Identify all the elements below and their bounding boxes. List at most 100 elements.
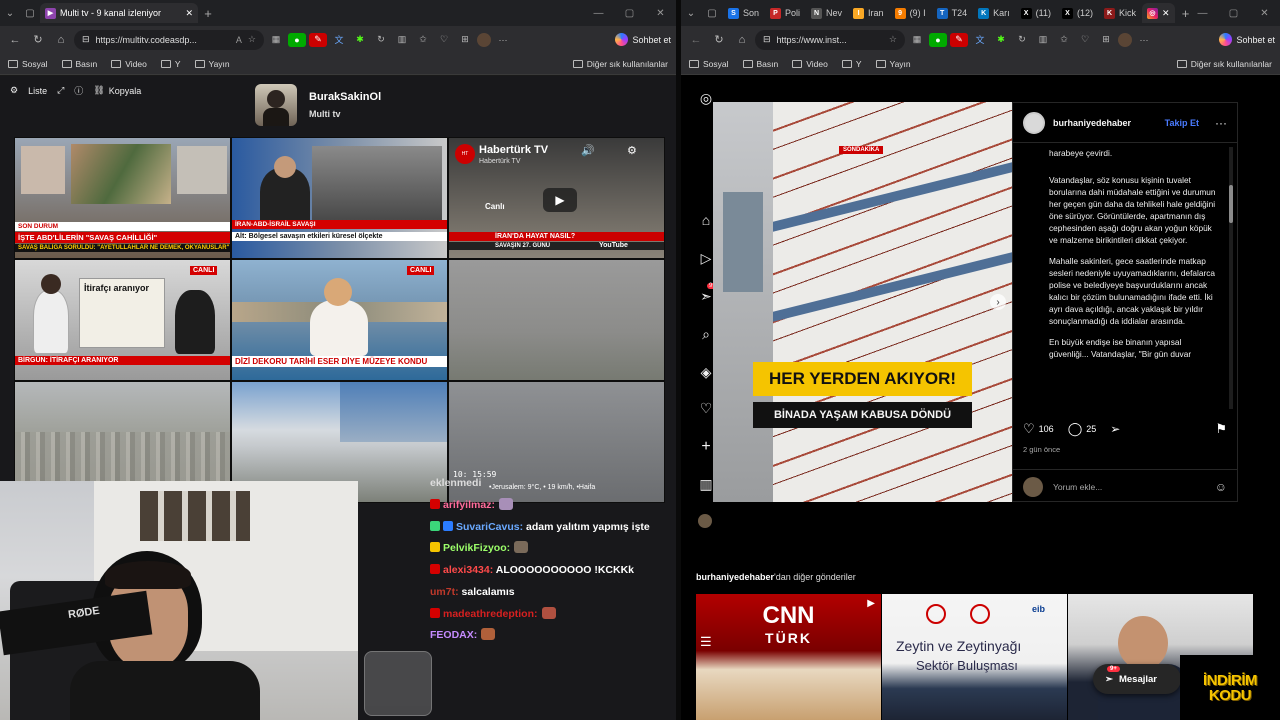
refresh-ext-icon[interactable]: ↻ [372, 33, 390, 47]
stream-tile[interactable]: HT Habertürk TV Habertürk TV 🔊 ⚙ Canlı ▶… [448, 137, 665, 259]
extension-icon[interactable]: ✱ [992, 33, 1010, 47]
tab-close-icon[interactable]: ✕ [185, 8, 193, 19]
chat-username[interactable]: um7t: [430, 586, 459, 598]
channel-name[interactable]: BurakSakinOl [309, 91, 381, 103]
home-icon[interactable]: ⌂ [698, 212, 714, 228]
tab-actions-icon[interactable]: ⌄ [681, 8, 701, 19]
split-screen-icon[interactable]: ▥ [393, 33, 411, 47]
notifications-heart-icon[interactable]: ♡ [698, 400, 714, 417]
chat-username[interactable]: FEODAX: [430, 629, 477, 641]
close-window-icon[interactable]: ✕ [1249, 8, 1280, 19]
comment-input[interactable]: Yorum ekle... [1053, 482, 1102, 492]
minimize-icon[interactable]: — [583, 8, 614, 19]
bookmark-folder[interactable]: Sosyal [689, 59, 729, 69]
reload-icon[interactable]: ↻ [709, 33, 729, 46]
bookmark-icon[interactable]: ⚑ [1215, 421, 1227, 437]
like-button[interactable]: ♡ 106 [1023, 421, 1054, 437]
menu-icon[interactable]: ☰ [700, 634, 712, 650]
stream-tile[interactable] [448, 259, 665, 381]
bookmark-folder[interactable]: Sosyal [8, 59, 48, 69]
settings-gear-icon[interactable]: ⚙ [627, 144, 637, 157]
copilot-button[interactable]: Sohbet et [615, 33, 671, 46]
tab[interactable]: S Son [723, 3, 764, 23]
messages-button[interactable]: ➣ 9+ Mesajlar [1093, 664, 1181, 694]
tab[interactable]: K Kick [1099, 3, 1141, 23]
browser-essentials-icon[interactable]: ♡ [1076, 33, 1094, 47]
bookmark-folder[interactable]: Yayın [875, 59, 911, 69]
extension-icon[interactable]: ✱ [351, 33, 369, 47]
minimize-icon[interactable]: — [1187, 8, 1218, 19]
refresh-ext-icon[interactable]: ↻ [1013, 33, 1031, 47]
home-icon[interactable]: ⌂ [732, 34, 752, 46]
chat-username[interactable]: madeathredeption: [443, 608, 538, 620]
tab-instagram[interactable]: ◎ ✕ [1141, 3, 1175, 23]
bookmark-folder[interactable]: Y [841, 59, 862, 69]
chat-username[interactable]: arifyilmaz: [443, 499, 495, 511]
bookmark-folder[interactable]: Basın [61, 59, 97, 69]
copilot-button[interactable]: Sohbet et [1219, 33, 1275, 46]
chat-username[interactable]: alexi3434: [443, 564, 493, 576]
fullscreen-icon[interactable]: ⤢ [57, 85, 64, 96]
read-aloud-icon[interactable]: A [236, 35, 242, 45]
extension-icon[interactable]: ✎ [309, 32, 327, 47]
copy-button[interactable]: ⛓ Kopyala [93, 85, 141, 96]
author-avatar[interactable] [1023, 111, 1045, 134]
emoji-icon[interactable]: ☺ [1215, 480, 1227, 494]
post-media[interactable]: SONDAKİKA HER YERDEN AKIYOR! BİNADA YAŞA… [713, 102, 1012, 502]
tab-multitv[interactable]: ▶ Multi tv - 9 kanal izleniyor ✕ [40, 3, 198, 23]
yt-video-title[interactable]: Habertürk TV [479, 144, 548, 156]
collections-icon[interactable]: ⊞ [456, 33, 474, 47]
tab[interactable]: P Poli [765, 3, 805, 23]
bookmark-folder[interactable]: Video [792, 59, 828, 69]
create-icon[interactable]: + [698, 438, 714, 456]
maximize-icon[interactable]: ▢ [614, 8, 645, 19]
help-icon[interactable]: ⓘ [74, 84, 83, 97]
back-icon[interactable]: ← [5, 34, 25, 46]
favorite-star-icon[interactable]: ☆ [889, 34, 897, 45]
stream-tile[interactable]: SON DURUM İŞTE ABD'LİLERİN "SAVAŞ CAHİLL… [14, 137, 231, 259]
new-tab-icon[interactable]: + [198, 6, 218, 21]
tab-actions-icon[interactable]: ⌄ [0, 8, 20, 19]
split-screen-icon[interactable]: ▥ [1034, 33, 1052, 47]
explore-icon[interactable]: ◈ [698, 364, 714, 381]
reload-icon[interactable]: ↻ [28, 33, 48, 46]
translate-icon[interactable]: 文 [330, 33, 348, 47]
follow-button[interactable]: Takip Et [1165, 118, 1199, 128]
tab[interactable]: T T24 [932, 3, 973, 23]
profile-avatar[interactable] [698, 514, 712, 528]
scrollbar-thumb[interactable] [1229, 185, 1233, 223]
url-field[interactable]: ⊟ https://multitv.codeasdp... A ☆ [74, 29, 264, 50]
author-username[interactable]: burhaniyedehaber [1053, 118, 1131, 128]
tab[interactable]: 9 (9) I [890, 3, 931, 23]
reels-icon[interactable]: ▷ [698, 250, 714, 267]
site-info-icon[interactable]: ⊟ [82, 34, 90, 45]
youtube-logo[interactable]: YouTube [599, 242, 628, 249]
extension-icon[interactable]: ✎ [950, 32, 968, 47]
tab[interactable]: X (11) [1016, 3, 1056, 23]
favorites-icon[interactable]: ✩ [1055, 33, 1073, 47]
list-button[interactable]: Liste [28, 86, 47, 96]
favorites-icon[interactable]: ✩ [414, 33, 432, 47]
workspaces-icon[interactable]: ▢ [702, 8, 722, 19]
tab-close-icon[interactable]: ✕ [1162, 8, 1170, 19]
stream-tile[interactable]: CANLI İtirafçı aranıyor BİRGÜN: İTİRAFÇI… [14, 259, 231, 381]
share-button[interactable]: ➢ [1110, 422, 1120, 436]
tab[interactable]: X (12) [1057, 3, 1098, 23]
bookmark-folder[interactable]: Basın [742, 59, 778, 69]
instagram-logo-icon[interactable]: ◎ [698, 90, 714, 107]
post-thumbnail[interactable]: eib Zeytin ve Zeytinyağı Sektör Buluşmas… [882, 594, 1068, 720]
more-posts-user[interactable]: burhaniyedehaber [696, 572, 774, 582]
close-window-icon[interactable]: ✕ [645, 8, 676, 19]
settings-gear-icon[interactable]: ⚙ [10, 85, 18, 96]
other-favorites-folder[interactable]: Diğer sık kullanılanlar [572, 59, 668, 69]
chat-username[interactable]: SuvariCavus: [456, 521, 523, 533]
more-options-icon[interactable]: ··· [1215, 116, 1227, 130]
play-icon[interactable]: ▶ [543, 188, 577, 212]
bookmark-folder[interactable]: Y [160, 59, 181, 69]
dashboard-icon[interactable]: ▥ [698, 476, 714, 493]
extension-icon[interactable]: ▦ [908, 33, 926, 47]
menu-dots-icon[interactable]: ··· [494, 33, 512, 47]
other-favorites-folder[interactable]: Diğer sık kullanılanlar [1176, 59, 1272, 69]
caption-scrollbar[interactable] [1229, 147, 1233, 409]
next-slide-icon[interactable]: › [990, 294, 1006, 310]
